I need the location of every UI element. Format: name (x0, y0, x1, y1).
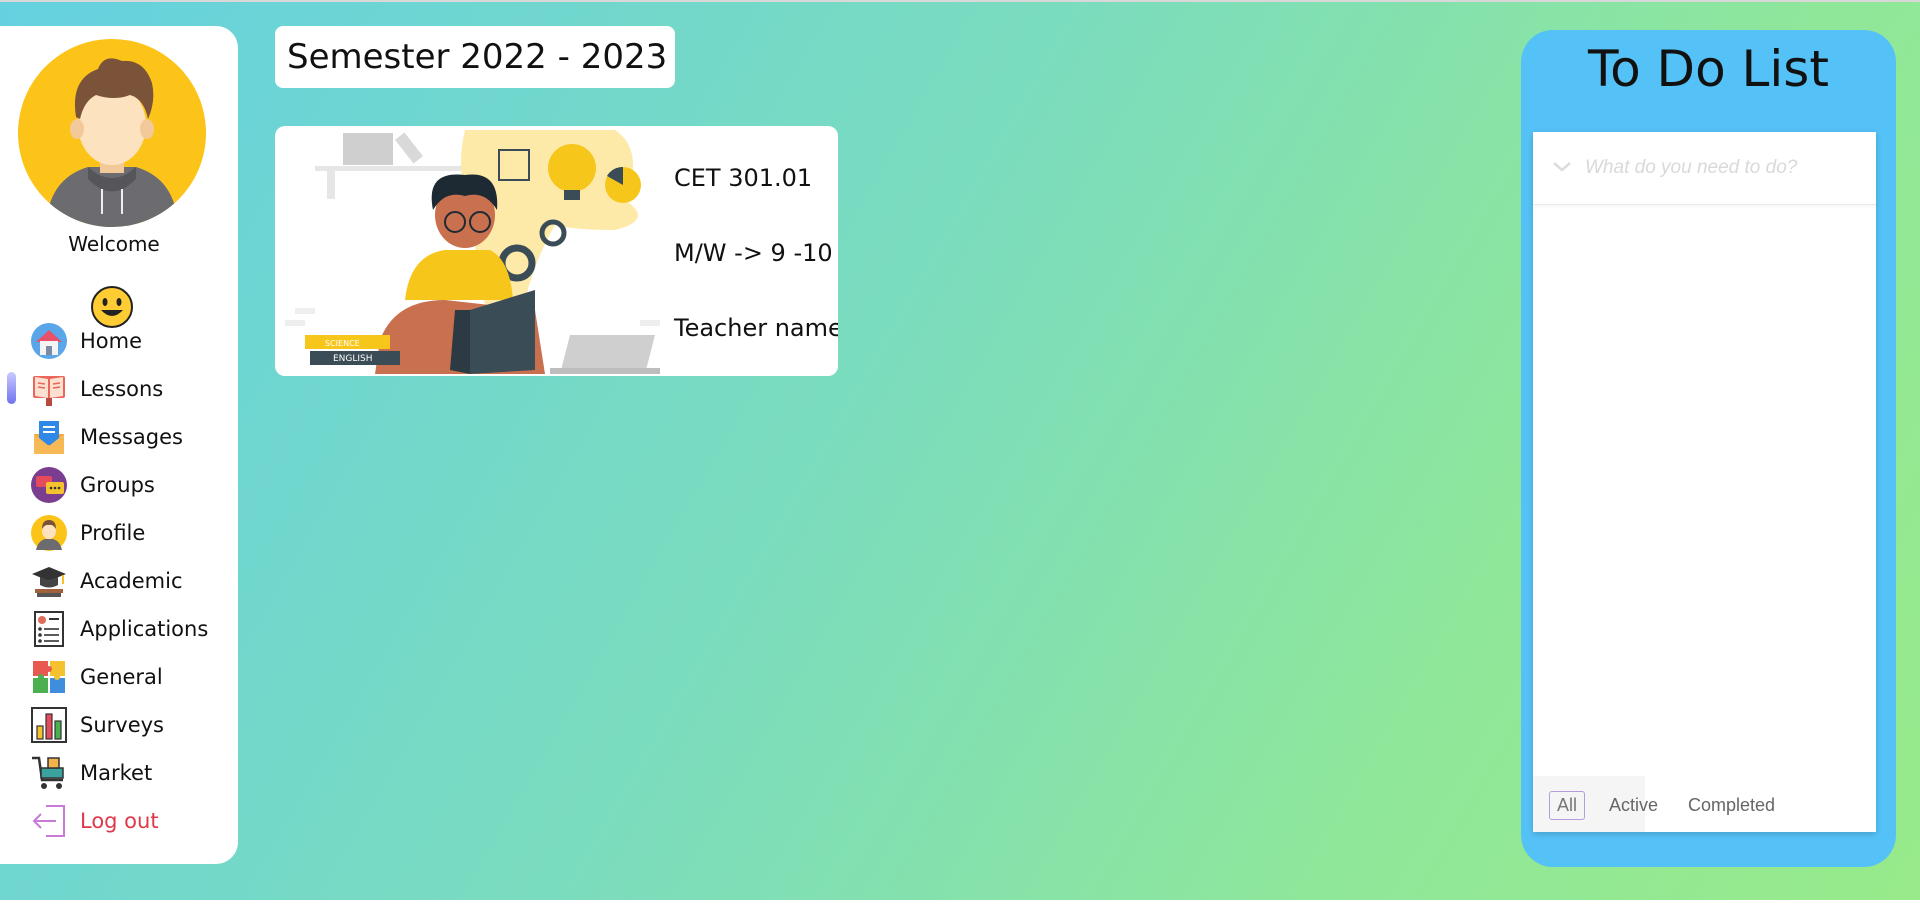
todo-title: To Do List (1588, 40, 1829, 98)
logout-icon (32, 805, 65, 837)
todo-input-row (1533, 132, 1876, 205)
sidebar-item-label: Lessons (80, 377, 164, 401)
course-schedule: M/W -> 9 -10 (674, 239, 833, 267)
sidebar-item-market[interactable]: Market (30, 752, 230, 794)
sidebar-item-label: Profile (80, 521, 146, 545)
sidebar-item-label: Log out (80, 809, 159, 833)
sidebar-item-general[interactable]: General (30, 656, 230, 698)
todo-panel: To Do List All Active Completed (1521, 30, 1896, 867)
graduation-cap-icon (32, 567, 66, 597)
sidebar-item-label: Applications (80, 617, 209, 641)
sidebar-item-lessons[interactable]: Lessons (30, 368, 230, 410)
semester-title: Semester 2022 - 2023 (275, 26, 675, 88)
form-document-icon (34, 611, 64, 647)
sidebar-item-home[interactable]: Home (30, 320, 230, 362)
sidebar-item-surveys[interactable]: Surveys (30, 704, 230, 746)
chat-bubbles-icon (31, 467, 67, 503)
todo-input[interactable] (1585, 150, 1865, 186)
sidebar-item-label: Home (80, 329, 143, 353)
sidebar-item-label: Surveys (80, 713, 164, 737)
filter-completed[interactable]: Completed (1680, 791, 1783, 820)
sidebar: Welcome Home Lessons Messages Groups Pro… (0, 26, 238, 864)
course-code: CET 301.01 (674, 164, 813, 192)
shopping-cart-icon (32, 756, 64, 789)
book-label-science: SCIENCE (325, 339, 360, 348)
open-book-icon (33, 376, 65, 406)
avatar (18, 39, 206, 227)
chevron-down-icon[interactable] (1551, 156, 1573, 178)
sidebar-item-applications[interactable]: Applications (30, 608, 230, 650)
envelope-icon (34, 421, 64, 454)
sidebar-item-messages[interactable]: Messages (30, 416, 230, 458)
sidebar-item-groups[interactable]: Groups (30, 464, 230, 506)
user-avatar-icon (31, 515, 67, 551)
sidebar-item-label: Market (80, 761, 153, 785)
sidebar-item-label: General (80, 665, 163, 689)
course-card[interactable]: ENGLISH SCIENCE CET 301.01 M/W -> 9 -10 … (275, 126, 838, 376)
active-nav-indicator (7, 372, 16, 404)
course-teacher: Teacher name (674, 314, 838, 342)
sidebar-item-label: Groups (80, 473, 155, 497)
sidebar-item-label: Messages (80, 425, 183, 449)
sidebar-item-label: Academic (80, 569, 183, 593)
welcome-text: Welcome (68, 232, 160, 256)
todo-filters: All Active Completed (1533, 776, 1876, 832)
filter-all[interactable]: All (1549, 791, 1586, 820)
puzzle-icon (33, 661, 65, 693)
bar-chart-icon (31, 707, 67, 743)
top-border (0, 0, 1920, 2)
sidebar-item-academic[interactable]: Academic (30, 560, 230, 602)
sidebar-item-profile[interactable]: Profile (30, 512, 230, 554)
sidebar-item-logout[interactable]: Log out (30, 800, 230, 842)
bottom-border (0, 900, 1920, 905)
home-icon (31, 323, 67, 359)
todo-list-box: All Active Completed (1533, 132, 1876, 832)
book-label-english: ENGLISH (333, 354, 373, 364)
filter-active[interactable]: Active (1601, 791, 1666, 820)
